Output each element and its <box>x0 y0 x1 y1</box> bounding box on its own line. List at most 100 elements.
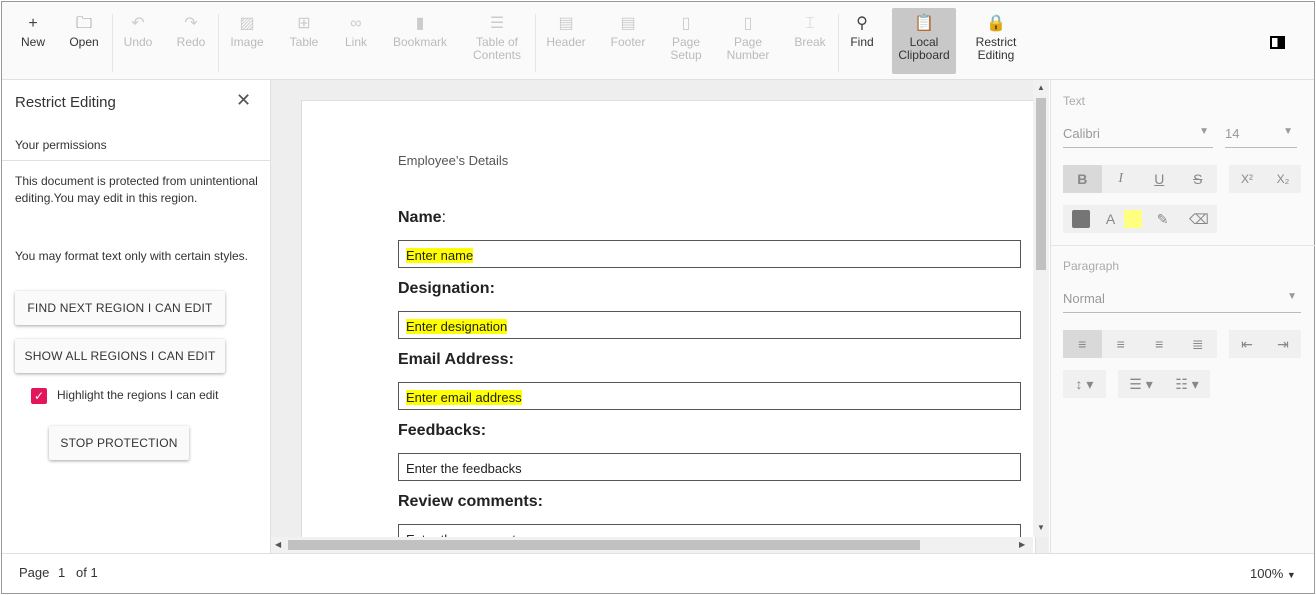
find-icon: ⚲ <box>856 15 868 32</box>
font-value: Calibri <box>1063 126 1100 141</box>
font-color-button[interactable] <box>1063 205 1099 233</box>
properties-pane: Text Calibri ▼ 14 ▼ B I U S X² X₂ A ✎ ⌫ Pa… <box>1050 80 1315 553</box>
toolbar-separator <box>218 14 219 72</box>
break-icon: ⌶ <box>805 15 815 32</box>
toolbar-label: Bookmark <box>392 35 448 49</box>
text-section-title: Text <box>1063 94 1086 108</box>
toolbar-label: Redo <box>176 35 206 49</box>
strikethrough-button[interactable]: S <box>1179 165 1218 193</box>
chevron-down-icon: ▼ <box>1286 570 1296 580</box>
editable-region[interactable]: Enter the feedbacks <box>398 453 1021 481</box>
current-page-input[interactable]: 1 <box>58 565 65 580</box>
paragraph-section-title: Paragraph <box>1063 259 1120 273</box>
find-button[interactable]: ⚲ Find <box>832 8 892 74</box>
find-next-region-button[interactable]: FIND NEXT REGION I CAN EDIT <box>15 291 225 325</box>
page-setup-icon: ▯ <box>681 15 691 32</box>
toolbar-label: Page Number <box>726 35 770 62</box>
document-viewer[interactable]: Employee’s Details Name: Enter name Design… <box>271 80 1049 553</box>
highlighter-icon[interactable]: ✎ <box>1144 205 1180 233</box>
break-button[interactable]: ⌶ Break <box>780 8 840 74</box>
table-button[interactable]: ⊞ Table <box>274 8 334 74</box>
justify-button[interactable]: ≣ <box>1179 330 1218 358</box>
image-button[interactable]: ▨ Image <box>217 8 277 74</box>
toolbar-separator <box>112 14 113 72</box>
document-header: Employee’s Details <box>398 153 509 168</box>
stop-protection-button[interactable]: STOP PROTECTION <box>49 426 189 460</box>
link-icon: ∞ <box>350 15 362 32</box>
table-of-contents-icon: ☰ <box>489 15 505 32</box>
permissions-heading: Your permissions <box>15 138 107 152</box>
toolbar-label: Header <box>546 35 586 49</box>
page-label: Page <box>19 565 50 580</box>
line-spacing-button[interactable]: ↕ ▾ <box>1063 370 1106 398</box>
highlight-checkbox[interactable]: ✓ <box>31 388 47 404</box>
font-size-dropdown[interactable]: 14 ▼ <box>1225 120 1297 148</box>
toolbar-label: Open <box>69 35 99 49</box>
field-label: Review comments: <box>398 493 543 510</box>
bullets-button[interactable]: ☰ ▾ <box>1118 370 1164 398</box>
page-number-icon: ▯ <box>743 15 753 32</box>
editable-region[interactable]: Enter name <box>398 240 1021 268</box>
bookmark-button[interactable]: ▮ Bookmark <box>390 8 450 74</box>
divider <box>2 160 270 161</box>
open-icon: 🗀 <box>75 15 92 32</box>
chevron-down-icon: ▼ <box>1287 291 1297 302</box>
link-button[interactable]: ∞ Link <box>326 8 386 74</box>
field-value: Enter email address <box>406 390 522 405</box>
zoom-value: 100% <box>1250 566 1284 581</box>
highlight-label: Highlight the regions I can edit <box>57 388 219 402</box>
open-button[interactable]: 🗀 Open <box>54 8 114 74</box>
paragraph-style-dropdown[interactable]: Normal ▼ <box>1063 285 1301 313</box>
align-center-button[interactable]: ≡ <box>1102 330 1141 358</box>
toolbar-label: Restrict Editing <box>975 35 1017 62</box>
horizontal-scrollbar[interactable]: ◀ ▶ <box>271 537 1033 553</box>
superscript-button[interactable]: X² <box>1229 165 1265 193</box>
field-label: Name: <box>398 209 447 226</box>
clear-format-icon[interactable]: ⌫ <box>1181 205 1217 233</box>
toolbar: + New 🗀 Open ↶ Undo ↷ Redo ▨ Image ⊞ Table ∞ Link ▮ Boo… <box>2 2 1314 80</box>
header-button[interactable]: ▤ Header <box>536 8 596 74</box>
editable-region[interactable]: Enter designation <box>398 311 1021 339</box>
underline-button[interactable]: U <box>1140 165 1179 193</box>
show-all-regions-button[interactable]: SHOW ALL REGIONS I CAN EDIT <box>15 339 225 373</box>
font-family-dropdown[interactable]: Calibri ▼ <box>1063 120 1213 148</box>
subscript-button[interactable]: X₂ <box>1265 165 1301 193</box>
local-clipboard-button[interactable]: 📋 Local Clipboard <box>892 8 956 74</box>
restrict-editing-pane: Restrict Editing ✕ Your permissions This… <box>2 80 271 553</box>
numbering-button[interactable]: ☷ ▾ <box>1164 370 1210 398</box>
page-number-button[interactable]: ▯ Page Number <box>718 8 778 74</box>
decrease-indent-button[interactable]: ⇤ <box>1229 330 1265 358</box>
format-info: You may format text only with certain st… <box>15 249 248 263</box>
align-right-button[interactable]: ≡ <box>1140 330 1179 358</box>
page-setup-button[interactable]: ▯ Page Setup <box>656 8 716 74</box>
editable-region[interactable]: Enter email address <box>398 382 1021 410</box>
footer-button[interactable]: ▤ Footer <box>598 8 658 74</box>
page-count: of 1 <box>76 565 98 580</box>
vertical-scrollbar[interactable]: ▲ ▼ <box>1033 80 1049 537</box>
italic-button[interactable]: I <box>1102 165 1141 193</box>
scroll-thumb[interactable] <box>1036 98 1046 270</box>
toolbar-label: Table of Contents <box>472 35 522 62</box>
bold-button[interactable]: B <box>1063 165 1102 193</box>
redo-button[interactable]: ↷ Redo <box>161 8 221 74</box>
chevron-down-icon: ▼ <box>1199 126 1209 137</box>
highlight-color-button[interactable] <box>1122 205 1145 233</box>
toolbar-label: Local Clipboard <box>898 35 950 62</box>
size-value: 14 <box>1225 126 1240 141</box>
table-of-contents-button[interactable]: ☰ Table of Contents <box>467 8 527 74</box>
close-icon[interactable]: ✕ <box>236 90 251 111</box>
scroll-thumb[interactable] <box>288 540 920 550</box>
increase-indent-button[interactable]: ⇥ <box>1265 330 1301 358</box>
toggle-properties-pane-icon[interactable] <box>1270 36 1285 49</box>
header-icon: ▤ <box>558 15 574 32</box>
field-value: Enter the feedbacks <box>406 461 522 476</box>
pane-title: Restrict Editing <box>15 94 116 111</box>
footer-icon: ▤ <box>620 15 636 32</box>
align-left-button[interactable]: ≡ <box>1063 330 1102 358</box>
restrict-editing-button[interactable]: 🔒 Restrict Editing <box>966 8 1026 74</box>
toolbar-label: Page Setup <box>670 35 702 62</box>
zoom-dropdown[interactable]: 100% ▼ <box>1250 566 1296 581</box>
toolbar-separator <box>535 14 536 72</box>
bookmark-icon: ▮ <box>415 15 425 32</box>
undo-button[interactable]: ↶ Undo <box>108 8 168 74</box>
